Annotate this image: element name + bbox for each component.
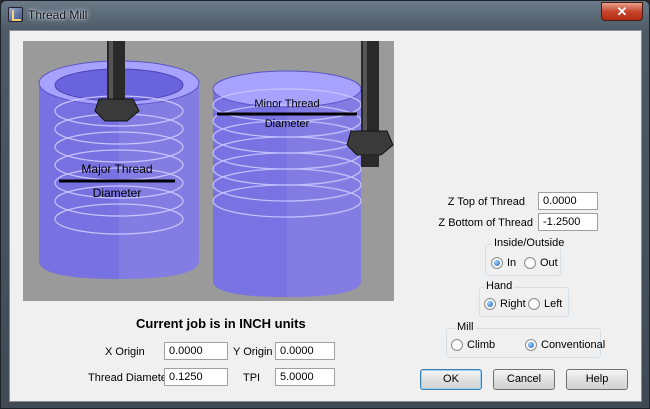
x-origin-label: X Origin: [105, 346, 145, 358]
major-thread-label-line2: Diameter: [93, 186, 142, 200]
radio-inside-dot[interactable]: [491, 257, 503, 269]
close-button[interactable]: ✕: [601, 2, 643, 21]
radio-right-dot[interactable]: [484, 298, 496, 310]
major-thread-label-line1: Major Thread: [81, 162, 152, 176]
inside-outside-title: Inside/Outside: [492, 237, 567, 249]
ok-button[interactable]: OK: [420, 369, 482, 390]
mill-title: Mill: [455, 321, 476, 333]
window-title: Thread Mill: [28, 8, 88, 22]
hand-title: Hand: [484, 280, 515, 292]
dialog-client-area: Major Thread Diameter Minor Thread Diame…: [9, 30, 642, 402]
cancel-button[interactable]: Cancel: [493, 369, 555, 390]
thread-diameter-input[interactable]: [164, 368, 228, 386]
radio-left-dot[interactable]: [528, 298, 540, 310]
radio-outside-dot[interactable]: [524, 257, 536, 269]
radio-conventional-label: Conventional: [541, 339, 606, 351]
z-top-label: Z Top of Thread: [447, 196, 525, 208]
units-caption: Current job is in INCH units: [136, 316, 306, 331]
z-bottom-input[interactable]: [538, 213, 598, 231]
z-top-input[interactable]: [538, 192, 598, 210]
major-thread-diagram: Major Thread Diameter: [23, 41, 212, 301]
radio-inside[interactable]: In: [491, 257, 516, 269]
radio-conventional[interactable]: Conventional: [525, 339, 605, 351]
radio-climb-label: Climb: [467, 339, 496, 351]
hand-group: Hand Right Left: [479, 280, 569, 317]
radio-left-hand[interactable]: Left: [528, 298, 562, 310]
radio-right-hand[interactable]: Right: [484, 298, 526, 310]
thread-diameter-label: Thread Diameter: [88, 372, 171, 384]
radio-outside-label: Out: [540, 257, 558, 269]
radio-right-label: Right: [500, 298, 526, 310]
y-origin-label: Y Origin: [233, 346, 273, 358]
minor-thread-diagram: Minor Thread Diameter: [205, 41, 394, 301]
mill-group: Mill Climb Conventional: [446, 321, 605, 358]
z-bottom-label: Z Bottom of Thread: [438, 217, 533, 229]
minor-thread-label-line1: Minor Thread: [254, 98, 319, 110]
minor-thread-svg: Minor Thread Diameter: [205, 41, 394, 301]
help-button[interactable]: Help: [566, 369, 628, 390]
app-icon: [8, 7, 23, 22]
radio-left-label: Left: [544, 298, 563, 310]
radio-inside-label: In: [507, 257, 517, 269]
title-bar[interactable]: Thread Mill ✕: [1, 1, 649, 29]
y-origin-input[interactable]: [275, 342, 335, 360]
x-origin-input[interactable]: [164, 342, 228, 360]
major-thread-svg: Major Thread Diameter: [23, 41, 212, 301]
radio-climb[interactable]: Climb: [451, 339, 495, 351]
tpi-label: TPI: [243, 372, 261, 384]
radio-outside[interactable]: Out: [524, 257, 558, 269]
radio-climb-dot[interactable]: [451, 339, 463, 351]
tpi-input[interactable]: [275, 368, 335, 386]
inside-outside-group: Inside/Outside In Out: [485, 237, 567, 276]
minor-thread-label-line2: Diameter: [265, 118, 310, 130]
radio-conventional-dot[interactable]: [525, 339, 537, 351]
thread-mill-window: Thread Mill ✕ Major Thread Diameter Mino…: [0, 0, 650, 409]
